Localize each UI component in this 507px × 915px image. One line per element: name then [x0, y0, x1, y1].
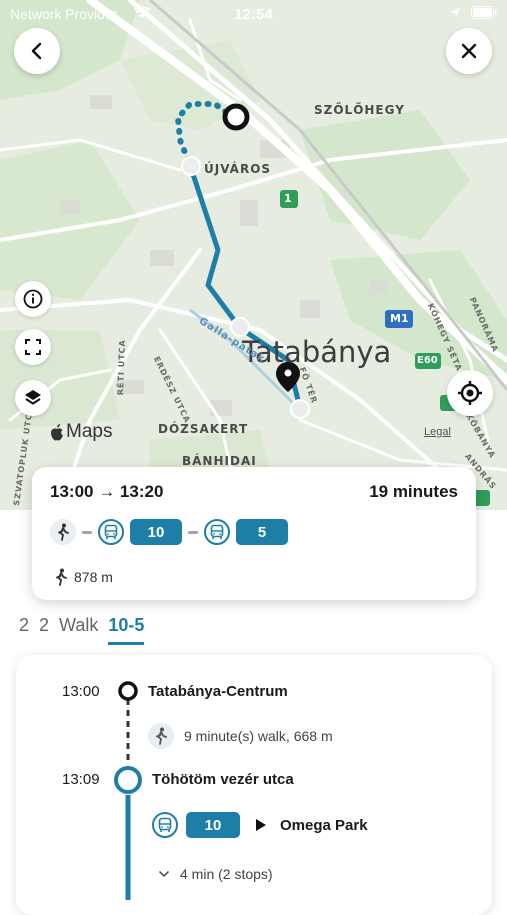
tab-2a[interactable]: 2	[19, 615, 29, 645]
walk-leg-icon	[148, 723, 174, 749]
location-arrow-icon	[450, 7, 460, 18]
status-time: 12:54	[234, 6, 273, 23]
road-shield-e60: E60	[417, 355, 438, 366]
walk-text: 9 minute(s) walk, 668 m	[184, 728, 333, 744]
info-button[interactable]	[15, 281, 51, 317]
walk-icon	[56, 568, 67, 586]
layers-button[interactable]	[15, 380, 51, 416]
legal-link[interactable]: Legal	[424, 426, 451, 438]
bus-segment: 10 Omega Park	[152, 812, 368, 838]
fullscreen-button[interactable]	[15, 329, 51, 365]
bus-icon	[158, 817, 172, 832]
map-label-city: Tatabánya	[242, 335, 392, 369]
map-view[interactable]: SZŐLŐHEGY ÚJVÁROS Tatabánya DÓZSAKERT BÁ…	[0, 0, 507, 510]
wifi-icon	[134, 7, 150, 18]
expand-icon	[25, 339, 41, 355]
tab-10-5[interactable]: 10-5	[108, 615, 145, 645]
status-right-icons	[449, 6, 497, 19]
road-shield-m1: M1	[390, 312, 409, 325]
trip-duration: 19 minutes	[369, 482, 458, 501]
walk-distance: 878 m	[74, 569, 113, 585]
map-label-szolohegy: SZŐLŐHEGY	[314, 103, 405, 117]
bus-direction: Omega Park	[280, 816, 368, 834]
stops-text: 4 min (2 stops)	[180, 866, 273, 882]
back-button[interactable]	[14, 28, 60, 74]
stop2-name: Töhötöm vezér utca	[152, 771, 294, 788]
bus-leg-2	[204, 519, 230, 545]
map-label-banhida: BÁNHIDAI	[182, 454, 257, 468]
play-direction-icon	[256, 819, 266, 831]
chevron-down-icon	[159, 871, 169, 878]
map-label-ujvaros: ÚJVÁROS	[204, 162, 272, 176]
walk-leg	[50, 519, 76, 545]
route-legs: 10 5	[50, 519, 288, 545]
bus-leg-icon	[152, 812, 178, 838]
bus-icon	[104, 524, 118, 539]
tab-2b[interactable]: 2	[39, 615, 49, 645]
info-icon	[23, 289, 43, 309]
status-bar: Network Provider 12:54	[0, 0, 507, 28]
bus-route-pill: 10	[186, 812, 240, 838]
stop1-name: Tatabánya-Centrum	[148, 683, 288, 700]
walk-icon	[156, 727, 167, 745]
stops-toggle[interactable]: 4 min (2 stops)	[158, 866, 273, 882]
walk-segment: 9 minute(s) walk, 668 m	[148, 723, 333, 749]
locate-me-button[interactable]	[447, 370, 493, 416]
stop1-time: 13:00	[62, 683, 100, 700]
leg-connector	[188, 530, 198, 534]
route-summary-card[interactable]: 13:00 → 13:20 19 minutes 10 5 878 m	[32, 467, 476, 600]
battery-icon	[471, 6, 497, 19]
maps-attribution: Maps	[50, 421, 112, 443]
leg-connector	[82, 530, 92, 534]
bus-leg-1	[98, 519, 124, 545]
close-button[interactable]	[446, 28, 492, 74]
bus-icon	[210, 524, 224, 539]
itinerary-card: 13:00 Tatabánya-Centrum 9 minute(s) walk…	[16, 655, 492, 915]
chevron-left-icon	[31, 42, 42, 60]
time-range: 13:00 → 13:20	[50, 482, 164, 501]
route-pill-1: 10	[130, 519, 182, 545]
crosshair-icon	[458, 381, 482, 405]
road-shield-1: 1	[284, 192, 292, 205]
layers-icon	[25, 390, 41, 405]
route-pill-2: 5	[236, 519, 288, 545]
route-tabs: 2 2 Walk 10-5	[19, 615, 145, 645]
apple-logo-icon	[51, 423, 63, 440]
maps-attribution-label: Maps	[66, 421, 113, 442]
close-icon	[461, 43, 477, 59]
walk-icon	[58, 523, 69, 541]
map-label-dozsakert: DÓZSAKERT	[158, 422, 249, 436]
stop2-time: 13:09	[62, 771, 100, 788]
tab-walk[interactable]: Walk	[59, 615, 98, 645]
walk-distance-row: 878 m	[54, 568, 113, 586]
